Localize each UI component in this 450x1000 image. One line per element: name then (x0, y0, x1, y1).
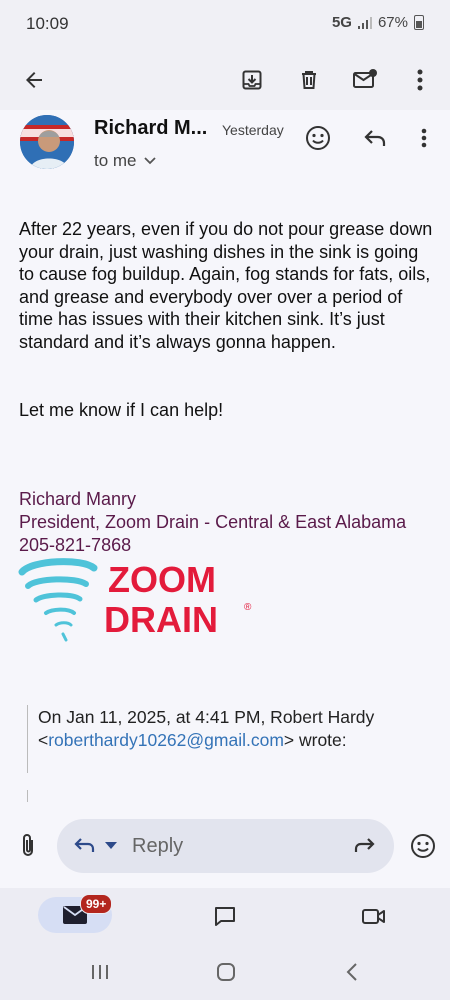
emoji-icon[interactable] (406, 829, 440, 863)
quote-divider (27, 705, 28, 773)
unread-badge: 99+ (80, 894, 113, 914)
emoji-react-icon[interactable] (300, 120, 336, 156)
quote-divider-lower (27, 790, 28, 802)
logo-text-drain: DRAIN (104, 599, 218, 640)
signature-title: President, Zoom Drain - Central & East A… (19, 512, 407, 532)
quoted-header: On Jan 11, 2025, at 4:41 PM, Robert Hard… (38, 706, 428, 752)
chat-icon[interactable] (208, 900, 242, 932)
battery-label: 67% (377, 14, 408, 31)
recipient-label: to me (94, 151, 137, 170)
reply-placeholder[interactable]: Reply (132, 835, 183, 858)
status-indicators: 5G 67% (332, 14, 424, 31)
email-date: Yesterday (222, 122, 284, 138)
avatar[interactable] (20, 115, 74, 169)
mark-unread-icon[interactable] (345, 60, 385, 100)
status-bar: 10:09 5G 67% (0, 0, 450, 50)
trash-icon[interactable] (289, 60, 329, 100)
logo-trademark: ® (244, 602, 252, 613)
attachment-icon[interactable] (12, 830, 44, 862)
network-label: 5G (331, 14, 352, 31)
closing-line: Let me know if I can help! (19, 400, 224, 420)
more-vert-icon[interactable] (400, 60, 440, 100)
archive-icon[interactable] (232, 60, 272, 100)
app-bar (0, 50, 450, 110)
quoted-email-link[interactable]: roberthardy10262@gmail.com (48, 730, 284, 750)
reply-mode-icon[interactable] (70, 831, 100, 861)
forward-icon[interactable] (348, 831, 380, 861)
zoom-drain-logo: ZOOM DRAIN ® (18, 552, 258, 642)
signal-icon (357, 16, 372, 29)
recent-apps-icon[interactable] (84, 958, 116, 986)
quote-suffix: > wrote: (283, 730, 347, 750)
recipient-toggle[interactable]: to me (94, 151, 157, 171)
tornado-swirl-icon (18, 558, 98, 642)
reply-mode-dropdown-icon[interactable] (102, 837, 120, 855)
sender-name[interactable]: Richard M... (94, 117, 207, 140)
logo-text-zoom: ZOOM (108, 559, 216, 600)
back-arrow-icon[interactable] (14, 60, 54, 100)
email-body: After 22 years, even if you do not pour … (19, 218, 434, 354)
battery-icon (414, 15, 424, 30)
status-time: 10:09 (26, 14, 69, 33)
body-paragraph: After 22 years, even if you do not pour … (19, 219, 433, 352)
message-more-icon[interactable] (408, 120, 440, 156)
home-icon[interactable] (210, 958, 242, 986)
meet-video-icon[interactable] (356, 900, 392, 932)
reply-icon[interactable] (357, 120, 393, 156)
back-nav-icon[interactable] (336, 958, 368, 986)
chevron-down-icon (143, 157, 156, 165)
signature-name: Richard Manry (19, 489, 137, 509)
